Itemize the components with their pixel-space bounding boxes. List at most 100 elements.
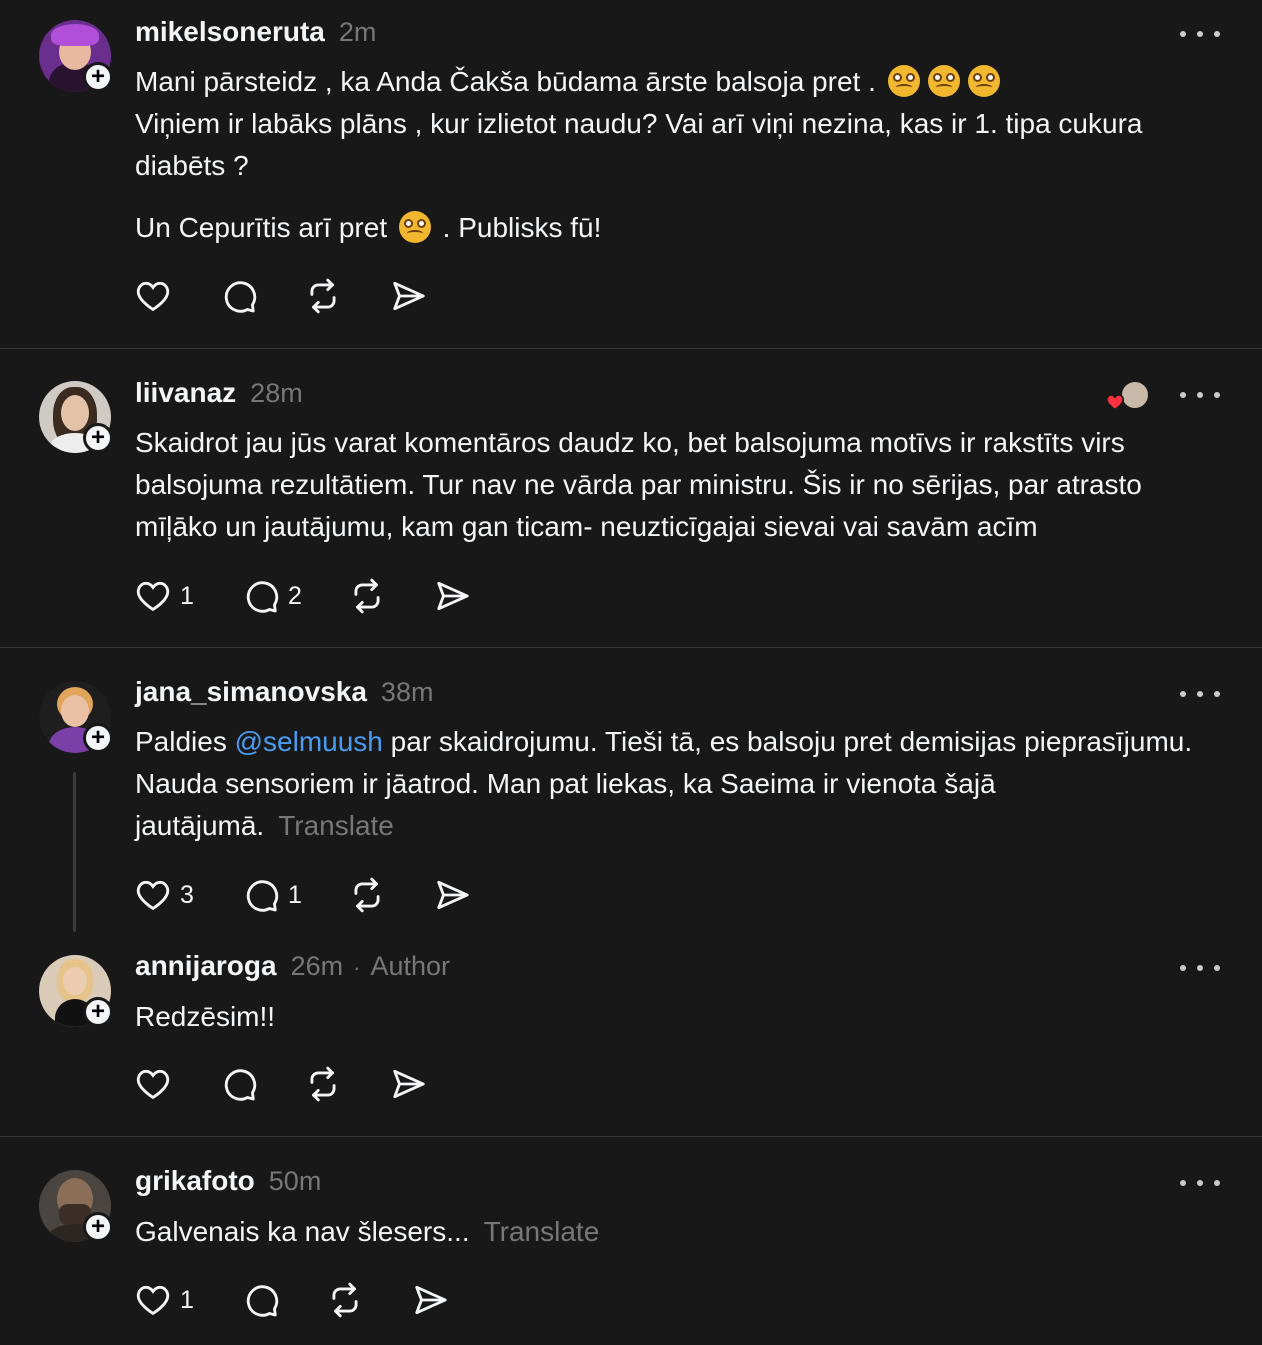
translate-link[interactable]: Translate: [278, 810, 394, 841]
follow-plus-icon[interactable]: +: [83, 423, 113, 453]
repost-button[interactable]: [348, 876, 434, 914]
action-bar: 3 1: [134, 875, 472, 915]
post-header: jana_simanovska 38m: [135, 676, 433, 710]
post-text: Paldies @selmuush par skaidrojumu. Tieši…: [135, 721, 1195, 847]
post-text-line: . Publisks fū!: [442, 212, 602, 243]
more-dots-icon[interactable]: [1180, 684, 1220, 704]
like-button[interactable]: [134, 1065, 220, 1103]
post-text: Mani pārsteidz , ka Anda Čakša būdama ār…: [135, 61, 1215, 249]
share-send-icon: [437, 880, 469, 910]
liked-by-avatars[interactable]: [1104, 380, 1152, 412]
username[interactable]: liivanaz: [135, 377, 236, 409]
reply-button[interactable]: [220, 1065, 304, 1103]
heart-icon: [136, 281, 170, 312]
post-text-part: Galvenais ka nav šlesers...: [135, 1216, 470, 1247]
woozy-face-emoji: [887, 65, 920, 97]
reply-button[interactable]: 1: [242, 876, 348, 914]
more-dots-icon[interactable]: [1180, 958, 1220, 978]
username[interactable]: annijaroga: [135, 950, 277, 982]
like-count: 3: [180, 880, 194, 909]
thread-connector-line: [73, 772, 76, 932]
timestamp: 26m: [290, 951, 344, 981]
woozy-face-emoji: [927, 65, 960, 97]
repost-button[interactable]: [326, 1281, 412, 1319]
repost-button[interactable]: [348, 577, 434, 615]
follow-plus-icon[interactable]: +: [83, 1212, 113, 1242]
repost-icon: [354, 578, 380, 614]
like-button[interactable]: 1: [134, 1281, 242, 1319]
post-text: Skaidrot jau jūs varat komentāros daudz …: [135, 427, 1142, 542]
comment-bubble-icon: [246, 1285, 279, 1317]
action-bar: [134, 1064, 428, 1104]
avatar-wrap: +: [39, 681, 113, 753]
post-header: grikafoto 50m: [135, 1165, 321, 1199]
post-header: liivanaz 28m: [135, 377, 303, 411]
like-button[interactable]: 1: [134, 577, 242, 615]
heart-icon: [136, 880, 170, 911]
share-send-icon: [393, 281, 425, 311]
like-button[interactable]: [134, 277, 220, 315]
timestamp: 28m: [250, 378, 303, 408]
timestamp: 38m: [380, 677, 434, 707]
more-dots-icon[interactable]: [1180, 1173, 1220, 1193]
share-send-icon: [437, 581, 469, 611]
follow-plus-icon[interactable]: +: [83, 62, 113, 92]
heart-icon: [136, 1285, 170, 1316]
comment-bubble-icon: [224, 1069, 257, 1101]
mention-link[interactable]: @selmuush: [235, 726, 383, 757]
username[interactable]: grikafoto: [135, 1165, 255, 1197]
action-bar: 1 2: [134, 576, 472, 616]
follow-plus-icon[interactable]: +: [83, 723, 113, 753]
avatar-wrap: +: [39, 955, 113, 1027]
reply-button[interactable]: [242, 1281, 326, 1319]
like-button[interactable]: 3: [134, 876, 242, 914]
share-button[interactable]: [390, 1065, 428, 1103]
post-text: Galvenais ka nav šlesers... Translate: [135, 1211, 1215, 1253]
comment-bubble-icon: [246, 880, 279, 912]
more-dots-icon[interactable]: [1180, 385, 1220, 405]
post-header: mikelsoneruta 2m: [135, 16, 376, 50]
avatar-wrap: +: [39, 20, 113, 92]
post-header: annijaroga 26m · Author: [135, 950, 450, 984]
reply-button[interactable]: [220, 277, 304, 315]
reply-button[interactable]: 2: [242, 577, 348, 615]
repost-button[interactable]: [304, 1065, 390, 1103]
avatar-wrap: +: [39, 381, 113, 453]
more-dots-icon[interactable]: [1180, 24, 1220, 44]
post-text-line: Un Cepurītis arī pret: [135, 212, 388, 243]
timestamp: 50m: [268, 1166, 322, 1196]
action-bar: 1: [134, 1280, 450, 1320]
post-text-line: Mani pārsteidz , ka Anda Čakša būdama ār…: [135, 66, 876, 97]
share-button[interactable]: [434, 577, 472, 615]
woozy-face-emoji: [967, 65, 1000, 97]
reply-count: 2: [288, 581, 302, 610]
share-button[interactable]: [390, 277, 428, 315]
repost-button[interactable]: [304, 277, 390, 315]
divider: [0, 1136, 1262, 1137]
post-text-part: Paldies: [135, 726, 227, 757]
post-text: Redzēsim!!: [135, 1001, 276, 1032]
post-text-line: Viņiem ir labāks plāns , kur izlietot na…: [135, 108, 1143, 181]
share-send-icon: [393, 1069, 425, 1099]
translate-link[interactable]: Translate: [484, 1216, 600, 1247]
repost-icon: [310, 1066, 336, 1102]
heart-icon: [136, 581, 170, 612]
timestamp: 2m: [338, 17, 377, 47]
threads-feed: + mikelsoneruta 2m Mani pārsteidz , ka A…: [0, 0, 1262, 1345]
share-send-icon: [415, 1285, 447, 1315]
divider: [0, 348, 1262, 349]
comment-bubble-icon: [224, 281, 257, 313]
separator-dot: ·: [353, 955, 361, 980]
username[interactable]: jana_simanovska: [135, 676, 367, 708]
avatar-wrap: +: [39, 1170, 113, 1242]
like-count: 1: [180, 1285, 194, 1314]
share-button[interactable]: [412, 1281, 450, 1319]
share-button[interactable]: [434, 876, 472, 914]
heart-icon: [1106, 394, 1124, 411]
divider: [0, 647, 1262, 648]
username[interactable]: mikelsoneruta: [135, 16, 325, 48]
follow-plus-icon[interactable]: +: [83, 997, 113, 1027]
reply-count: 1: [288, 880, 302, 909]
woozy-face-emoji: [398, 211, 431, 243]
author-badge: Author: [370, 951, 451, 981]
